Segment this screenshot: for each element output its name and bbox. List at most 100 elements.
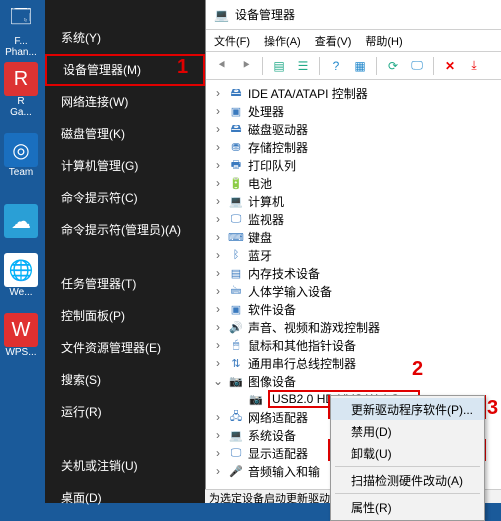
ctx-disable[interactable]: 禁用(D) (331, 420, 484, 442)
expand-icon[interactable]: › (212, 122, 224, 136)
device-node[interactable]: ›🖮人体学输入设备 (212, 282, 501, 300)
expand-icon[interactable]: › (212, 158, 224, 172)
device-node[interactable]: ›⛃存储控制器 (212, 138, 501, 156)
ctx-scan-hardware[interactable]: 扫描检测硬件改动(A) (331, 469, 484, 491)
menu-disk-mgmt[interactable]: 磁盘管理(K) (45, 118, 205, 150)
device-node[interactable]: ›▣软件设备 (212, 300, 501, 318)
expand-icon[interactable]: › (212, 338, 224, 352)
view-button[interactable]: ▦ (350, 56, 370, 76)
collapse-icon[interactable]: ⌄ (212, 374, 224, 388)
update-driver-button[interactable]: ⟳ (383, 56, 403, 76)
expand-icon[interactable]: › (212, 266, 224, 280)
expand-icon[interactable]: › (212, 176, 224, 190)
menu-computer-mgmt[interactable]: 计算机管理(G) (45, 150, 205, 182)
desktop-icon[interactable]: ◎ Team (0, 122, 42, 178)
device-node[interactable]: ›▤内存技术设备 (212, 264, 501, 282)
uninstall-button[interactable]: ✕ (440, 56, 460, 76)
icon-sublabel: We... (0, 287, 42, 298)
device-label: 显示适配器 (248, 445, 308, 462)
annotation-2: 2 (412, 358, 423, 381)
expand-icon[interactable]: › (212, 212, 224, 226)
menu-cmd-admin[interactable]: 命令提示符(管理员)(A) (45, 214, 205, 246)
expand-icon[interactable]: › (212, 230, 224, 244)
expand-icon[interactable]: › (212, 140, 224, 154)
device-category-icon: ⛃ (228, 140, 244, 154)
expand-icon[interactable]: › (212, 320, 224, 334)
device-node[interactable]: ›🖴磁盘驱动器 (212, 120, 501, 138)
menu-view[interactable]: 查看(V) (315, 33, 352, 49)
device-category-icon: 🖮 (228, 284, 244, 298)
device-category-icon: 🖧 (228, 410, 244, 424)
menu-explorer[interactable]: 文件资源管理器(E) (45, 332, 205, 364)
ctx-update-driver[interactable]: 更新驱动程序软件(P)... (331, 398, 484, 420)
menu-task-mgr[interactable]: 任务管理器(T) (45, 268, 205, 300)
expand-icon[interactable]: › (212, 104, 224, 118)
device-node[interactable]: ›🖴IDE ATA/ATAPI 控制器 (212, 84, 501, 102)
device-category-icon: ᛒ (228, 248, 244, 262)
device-node[interactable]: ›ᛒ蓝牙 (212, 246, 501, 264)
device-node[interactable]: ›⇅通用串行总线控制器 (212, 354, 501, 372)
scan-button[interactable]: 🖵 (407, 56, 427, 76)
menu-search[interactable]: 搜索(S) (45, 364, 205, 396)
device-node[interactable]: ›⌨键盘 (212, 228, 501, 246)
context-menu: 更新驱动程序软件(P)... 禁用(D) 卸载(U) 扫描检测硬件改动(A) 属… (330, 395, 485, 521)
menu-spacer (45, 0, 205, 22)
back-button[interactable]: ⯇ (212, 56, 232, 76)
menu-system[interactable]: 系统(Y) (45, 22, 205, 54)
desktop-icon[interactable]: 🌐 We... (0, 242, 42, 298)
device-label: 软件设备 (248, 301, 296, 318)
properties-button[interactable]: ☰ (293, 56, 313, 76)
expand-icon[interactable]: › (212, 410, 224, 424)
ctx-uninstall[interactable]: 卸载(U) (331, 442, 484, 464)
expand-icon[interactable]: › (212, 284, 224, 298)
menu-desktop[interactable]: 桌面(D) (45, 482, 205, 514)
menu-control-panel[interactable]: 控制面板(P) (45, 300, 205, 332)
expand-icon[interactable]: › (212, 464, 224, 478)
expand-icon[interactable]: › (212, 356, 224, 370)
menu-shutdown[interactable]: 关机或注销(U) (45, 450, 205, 482)
device-label: 声音、视频和游戏控制器 (248, 319, 380, 336)
desktop-icon[interactable]: R R Ga... (0, 62, 42, 118)
expand-icon[interactable]: › (212, 248, 224, 262)
menu-spacer (45, 246, 205, 268)
desktop-icon[interactable]: 🗔 F... Phan... (0, 2, 42, 58)
menu-action[interactable]: 操作(A) (264, 33, 301, 49)
menu-file[interactable]: 文件(F) (214, 33, 250, 49)
menu-run[interactable]: 运行(R) (45, 396, 205, 428)
device-node[interactable]: ›▣处理器 (212, 102, 501, 120)
device-node[interactable]: ›🖵监视器 (212, 210, 501, 228)
device-category-icon: 💻 (228, 428, 244, 442)
device-label: 电池 (248, 175, 272, 192)
desktop-icon[interactable]: W WPS... (0, 302, 42, 358)
menu-cmd[interactable]: 命令提示符(C) (45, 182, 205, 214)
expand-icon[interactable]: › (212, 446, 224, 460)
device-node[interactable]: ›🔊声音、视频和游戏控制器 (212, 318, 501, 336)
expand-icon[interactable]: › (212, 428, 224, 442)
device-node[interactable]: ›🖱鼠标和其他指针设备 (212, 336, 501, 354)
device-node[interactable]: ›🔋电池 (212, 174, 501, 192)
app-icon: W (4, 313, 38, 347)
expand-icon[interactable]: › (212, 86, 224, 100)
device-label: 通用串行总线控制器 (248, 355, 356, 372)
disable-button[interactable]: ⤓ (464, 56, 484, 76)
menu-help[interactable]: 帮助(H) (365, 33, 402, 49)
toolbar-separator (376, 57, 377, 75)
desktop-icon[interactable]: ☁ (0, 182, 42, 238)
device-category-icon: 🖴 (228, 86, 244, 100)
device-node[interactable]: ⌄📷图像设备 (212, 372, 501, 390)
device-category-icon: ▤ (228, 266, 244, 280)
ctx-properties[interactable]: 属性(R) (331, 496, 484, 518)
device-category-icon: 🖶 (228, 158, 244, 172)
forward-button[interactable]: ⯈ (236, 56, 256, 76)
device-node[interactable]: ›🖶打印队列 (212, 156, 501, 174)
device-label: 计算机 (248, 193, 284, 210)
toolbar: ⯇ ⯈ ▤ ☰ ? ▦ ⟳ 🖵 ✕ ⤓ (206, 52, 501, 80)
icon-label: R (0, 96, 42, 107)
help-button[interactable]: ? (326, 56, 346, 76)
expand-icon[interactable]: › (212, 194, 224, 208)
expand-icon[interactable]: › (212, 302, 224, 316)
device-node[interactable]: ›💻计算机 (212, 192, 501, 210)
show-hide-tree-button[interactable]: ▤ (269, 56, 289, 76)
menu-network[interactable]: 网络连接(W) (45, 86, 205, 118)
window-titlebar[interactable]: 💻 设备管理器 (206, 0, 501, 30)
